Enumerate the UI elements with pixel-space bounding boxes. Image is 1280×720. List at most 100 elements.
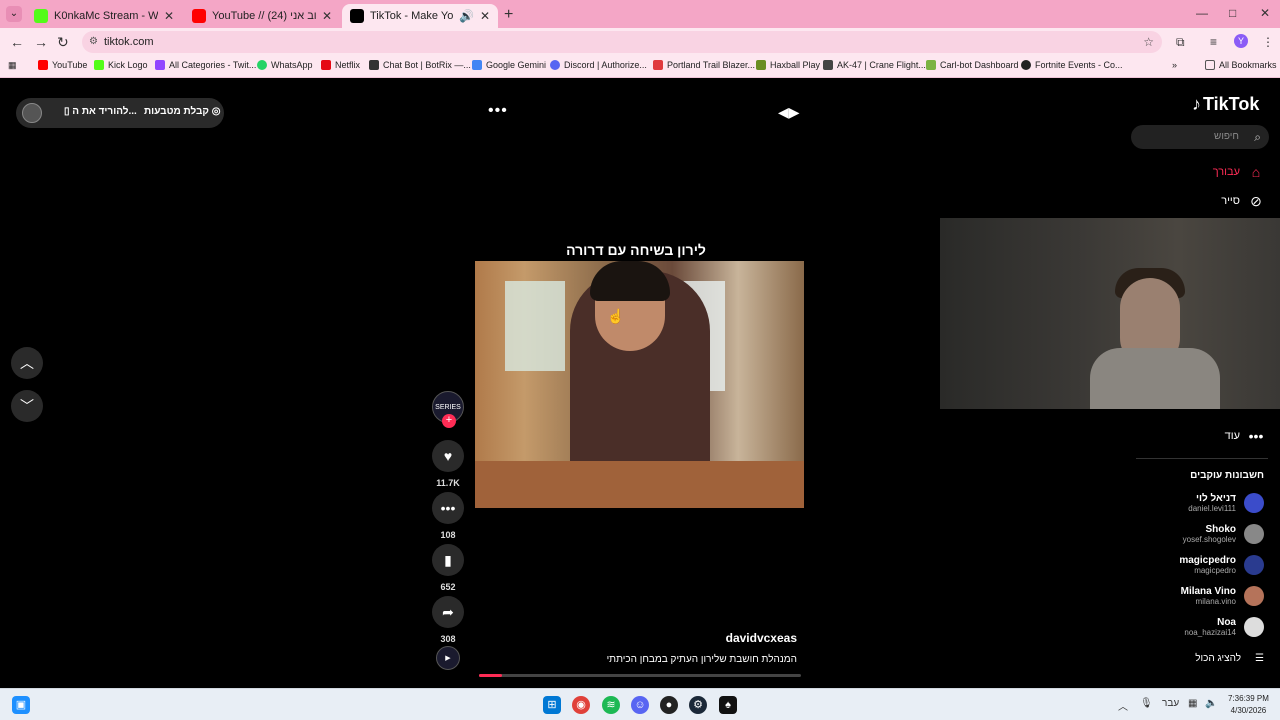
gemini-icon bbox=[472, 60, 482, 70]
next-video-button[interactable]: ﹀ bbox=[11, 390, 43, 422]
bookmark-discord[interactable]: Discord | Authorize... bbox=[550, 60, 647, 70]
close-icon[interactable]: ✕ bbox=[322, 9, 332, 23]
chrome-icon[interactable]: ◉ bbox=[572, 696, 590, 714]
fortnite-icon bbox=[1021, 60, 1031, 70]
hand-cursor-icon: ☝ bbox=[607, 308, 625, 324]
spotify-icon[interactable]: ≋ bbox=[602, 696, 620, 714]
app-icon[interactable]: ♠ bbox=[719, 696, 737, 714]
extensions-icon[interactable]: ⧉ bbox=[1176, 35, 1185, 50]
maximize-icon[interactable]: □ bbox=[1229, 6, 1236, 20]
video-username[interactable]: davidvcxeas bbox=[700, 631, 797, 645]
bookmark-haxball[interactable]: Haxball Play bbox=[756, 60, 820, 70]
new-tab-icon[interactable]: + bbox=[504, 6, 513, 24]
music-disc-icon: ▶ bbox=[436, 646, 460, 670]
profile-avatar[interactable]: Y bbox=[1234, 34, 1248, 48]
carlbot-icon bbox=[926, 60, 936, 70]
bookmark-kick[interactable]: Kick Logo bbox=[94, 60, 148, 70]
bookmark-carlbot[interactable]: Carl-bot Dashboard bbox=[926, 60, 1019, 70]
bookmark-gemini[interactable]: Google Gemini bbox=[472, 60, 546, 70]
windows-start-icon[interactable]: ⊞ bbox=[543, 696, 561, 714]
bookmark-ak47[interactable]: AK-47 | Crane Flight... bbox=[823, 60, 926, 70]
webcam-body bbox=[1090, 348, 1220, 409]
nav-more[interactable]: עוד ••• bbox=[1225, 428, 1264, 444]
video-player[interactable] bbox=[475, 261, 804, 508]
close-icon[interactable]: ✕ bbox=[480, 9, 490, 23]
video-frame-hair bbox=[590, 261, 670, 301]
window-close-icon[interactable]: ✕ bbox=[1260, 6, 1270, 20]
previous-video-button[interactable]: ︿ bbox=[11, 347, 43, 379]
following-account[interactable]: Noa noa_hazizai14 bbox=[1184, 617, 1264, 637]
bookmark-youtube[interactable]: YouTube bbox=[38, 60, 87, 70]
more-options-icon[interactable]: ••• bbox=[488, 102, 508, 120]
youtube-icon bbox=[38, 60, 48, 70]
twitch-icon bbox=[155, 60, 165, 70]
following-account[interactable]: Milana Vino milana.vino bbox=[1181, 586, 1264, 606]
bookmark-netflix[interactable]: Netflix bbox=[321, 60, 360, 70]
get-coins-button[interactable]: קבלת מטבעות ◎ bbox=[144, 106, 220, 117]
network-icon[interactable]: ▦ bbox=[1188, 698, 1197, 709]
speaker-icon[interactable]: 🔊 bbox=[459, 9, 474, 23]
back-icon[interactable]: ← bbox=[10, 34, 24, 50]
widgets-icon[interactable]: ▣ bbox=[12, 696, 30, 714]
share-icon: ➦ bbox=[432, 596, 464, 628]
avatar bbox=[1244, 555, 1264, 575]
bookmark-whatsapp[interactable]: WhatsApp bbox=[257, 60, 313, 70]
bookmark-twitch[interactable]: All Categories - Twit... bbox=[155, 60, 256, 70]
download-app-button[interactable]: ▯ להוריד את ה... bbox=[64, 106, 137, 117]
address-bar[interactable]: ⚙ tiktok.com ☆ bbox=[82, 31, 1162, 53]
nav-for-you[interactable]: עבורך ⌂ bbox=[1213, 164, 1264, 180]
apps-grid-icon[interactable]: ▦ bbox=[8, 60, 17, 71]
microphone-icon[interactable]: 🎙 bbox=[1140, 698, 1153, 709]
youtube-favicon-icon bbox=[192, 9, 206, 23]
tiktok-logo[interactable]: ♪ TikTok bbox=[1192, 94, 1259, 115]
user-avatar[interactable] bbox=[22, 103, 42, 123]
netflix-icon bbox=[321, 60, 331, 70]
reload-icon[interactable]: ↻ bbox=[57, 34, 69, 51]
obs-icon[interactable]: ● bbox=[660, 696, 678, 714]
whatsapp-icon bbox=[257, 60, 267, 70]
volume-tray-icon[interactable]: 🔈 bbox=[1205, 698, 1217, 709]
bookmark-star-icon[interactable]: ☆ bbox=[1143, 31, 1154, 53]
search-input[interactable]: חיפוש ⌕ bbox=[1131, 125, 1269, 149]
comment-button[interactable]: ••• 108 bbox=[432, 492, 464, 540]
forward-icon[interactable]: → bbox=[34, 34, 48, 50]
coin-icon: ◎ bbox=[208, 106, 221, 117]
nav-explore[interactable]: סייר ⊘ bbox=[1221, 193, 1264, 209]
steam-icon[interactable]: ⚙ bbox=[689, 696, 707, 714]
language-indicator[interactable]: עבר bbox=[1162, 698, 1179, 709]
bookmark-botrix[interactable]: Chat Bot | BotRix —... bbox=[369, 60, 471, 70]
system-clock[interactable]: 7:36:39 PM 4/30/2026 bbox=[1228, 693, 1269, 717]
menu-kebab-icon[interactable]: ⋮ bbox=[1262, 35, 1274, 49]
tab-konkamc[interactable]: K0nkaMc Stream - Watch Live o ✕ bbox=[26, 4, 182, 28]
following-account[interactable]: דניאל לוי daniel.levi111 bbox=[1188, 493, 1264, 513]
follow-plus-icon[interactable]: + bbox=[442, 414, 456, 428]
video-progress-bar[interactable] bbox=[479, 674, 801, 677]
volume-icon[interactable]: ◀▶ bbox=[778, 104, 800, 121]
chevron-up-icon: ︿ bbox=[20, 355, 34, 371]
video-title: לירון בשיחה עם דרורה bbox=[566, 242, 706, 258]
save-button[interactable]: ▮ 652 bbox=[432, 544, 464, 592]
following-account[interactable]: magicpedro magicpedro bbox=[1179, 555, 1264, 575]
following-accounts-title: חשבונות עוקבים bbox=[1190, 470, 1264, 481]
sound-disc[interactable]: ▶ bbox=[432, 646, 464, 670]
folder-icon bbox=[1205, 60, 1215, 70]
close-icon[interactable]: ✕ bbox=[164, 9, 174, 23]
following-account[interactable]: Shoko yosef.shogolev bbox=[1183, 524, 1264, 544]
bookmark-blazers[interactable]: Portland Trail Blazer... bbox=[653, 60, 755, 70]
csgo-icon bbox=[823, 60, 833, 70]
media-controls-icon[interactable]: ≡ bbox=[1210, 35, 1217, 49]
bookmark-fortnite[interactable]: Fortnite Events - Co... bbox=[1021, 60, 1123, 70]
discord-icon[interactable]: ☺ bbox=[631, 696, 649, 714]
tray-overflow-icon[interactable]: ︿ bbox=[1118, 698, 1128, 713]
site-info-icon[interactable]: ⚙ bbox=[89, 31, 98, 53]
tab-tiktok[interactable]: TikTok - Make Your Day 🔊 ✕ bbox=[342, 4, 498, 28]
tab-youtube[interactable]: YouTube // בדי בי - שוב אני (24) ✕ bbox=[184, 4, 340, 28]
bookmarks-overflow-icon[interactable]: » bbox=[1172, 60, 1177, 70]
tab-search-dropdown-icon[interactable]: ⌄ bbox=[6, 6, 22, 22]
minimize-icon[interactable]: — bbox=[1196, 6, 1208, 20]
like-button[interactable]: ♥ 11.7K bbox=[432, 440, 464, 488]
share-button[interactable]: ➦ 308 bbox=[432, 596, 464, 644]
all-bookmarks[interactable]: All Bookmarks bbox=[1205, 60, 1277, 70]
show-all-button[interactable]: להציג הכול ☰ bbox=[1195, 653, 1264, 664]
tiktok-page: ▯ להוריד את ה... קבלת מטבעות ◎ ••• ◀▶ ︿ … bbox=[0, 80, 1280, 688]
